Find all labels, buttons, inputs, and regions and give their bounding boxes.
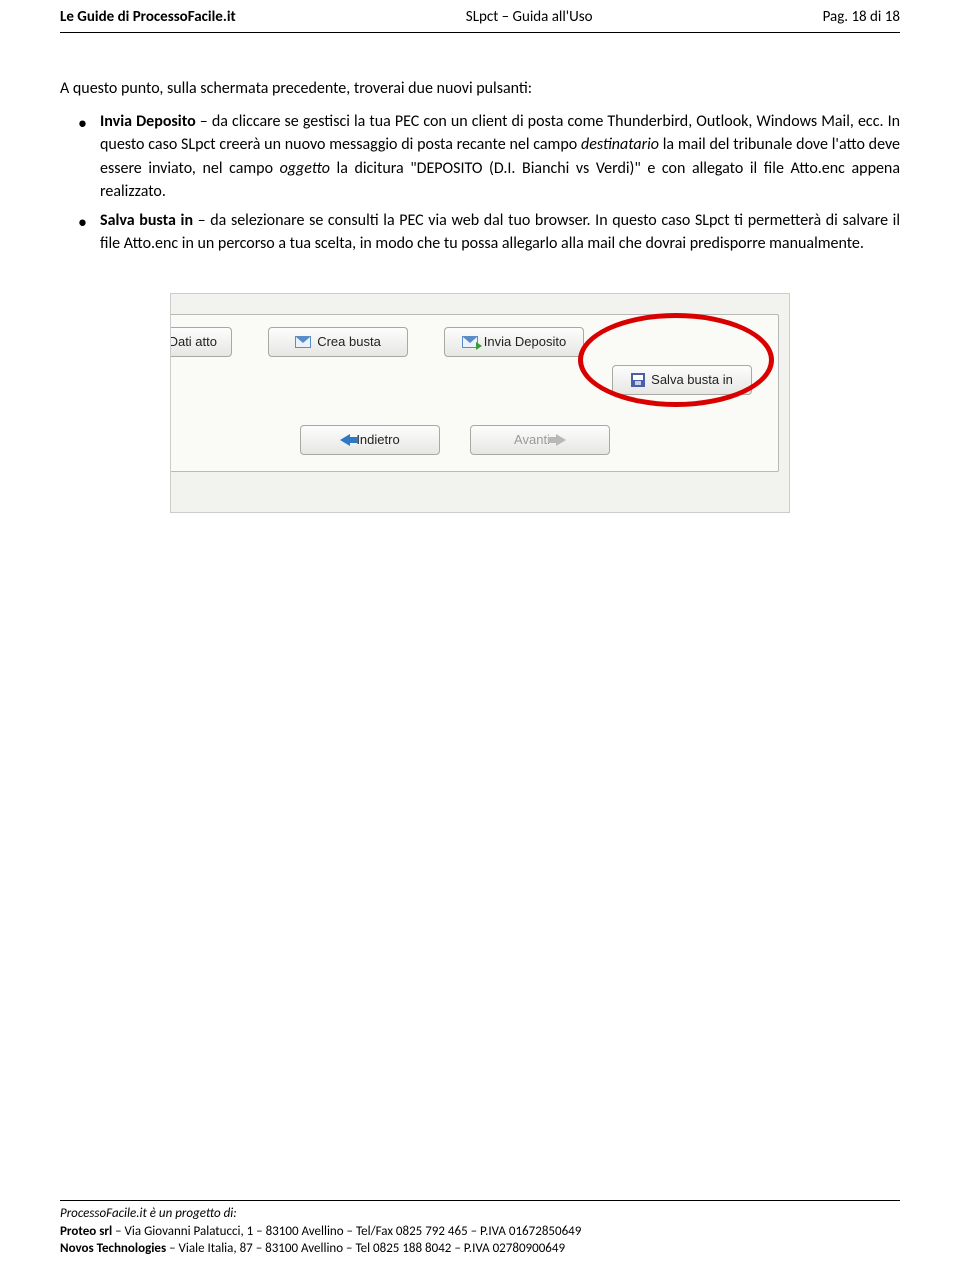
button-row-mid: Salva busta in — [612, 365, 752, 395]
bullet1-lead: Invia Deposito — [100, 112, 196, 131]
bullet-list: Invia Deposito – da cliccare se gestisci… — [60, 110, 900, 255]
arrow-left-icon — [340, 434, 350, 446]
footer-company-2: Novos Technologies — [60, 1241, 166, 1256]
button-row-nav: Indietro Avanti — [170, 425, 778, 455]
header-left: Le Guide di ProcessoFacile.it — [60, 8, 236, 26]
main-content: A questo punto, sulla schermata preceden… — [0, 33, 960, 513]
avanti-label: Avanti — [514, 431, 550, 450]
bullet2-sep: – — [193, 211, 210, 230]
bullet1-sep: – — [196, 112, 212, 131]
envelope-send-icon — [462, 336, 478, 348]
salva-busta-label: Salva busta in — [651, 371, 733, 390]
header-center: SLpct – Guida all'Uso — [466, 8, 593, 26]
crea-busta-button[interactable]: Crea busta — [268, 327, 408, 357]
indietro-button[interactable]: Indietro — [300, 425, 440, 455]
footer-line1: Proteo srl – Via Giovanni Palatucci, 1 –… — [60, 1223, 900, 1241]
header-right: Pag. 18 di 18 — [823, 8, 900, 26]
avanti-button[interactable]: Avanti — [470, 425, 610, 455]
page-header: Le Guide di ProcessoFacile.it SLpct – Gu… — [0, 0, 960, 30]
salva-busta-button[interactable]: Salva busta in — [612, 365, 752, 395]
bullet2-lead: Salva busta in — [100, 211, 193, 230]
footer-company-1: Proteo srl — [60, 1224, 112, 1239]
floppy-disk-icon — [631, 373, 645, 387]
footer-rest-2: – Viale Italia, 87 – 83100 Avellino – Te… — [166, 1241, 565, 1256]
envelope-icon — [295, 336, 311, 348]
app-screenshot: Dati atto Crea busta Invia Deposito Salv… — [170, 293, 790, 513]
bullet1-italic2: oggetto — [280, 159, 330, 178]
bullet-salva-busta: Salva busta in – da selezionare se consu… — [100, 209, 900, 255]
crea-busta-label: Crea busta — [317, 333, 381, 352]
footer-rest-1: – Via Giovanni Palatucci, 1 – 83100 Avel… — [112, 1224, 581, 1239]
page-footer: ProcessoFacile.it è un progetto di: Prot… — [60, 1200, 900, 1258]
bullet-invia-deposito: Invia Deposito – da cliccare se gestisci… — [100, 110, 900, 203]
footer-line2: Novos Technologies – Viale Italia, 87 – … — [60, 1240, 900, 1258]
app-panel: Dati atto Crea busta Invia Deposito Salv… — [170, 314, 779, 472]
arrow-right-icon — [556, 434, 566, 446]
bullet2-text: da selezionare se consulti la PEC via we… — [100, 211, 900, 253]
bullet1-italic1: destinatario — [581, 135, 659, 154]
footer-rule — [60, 1200, 900, 1201]
invia-deposito-label: Invia Deposito — [484, 333, 566, 352]
dati-atto-button[interactable]: Dati atto — [170, 327, 232, 357]
intro-text: A questo punto, sulla schermata preceden… — [60, 77, 900, 100]
invia-deposito-button[interactable]: Invia Deposito — [444, 327, 584, 357]
indietro-label: Indietro — [356, 431, 399, 450]
button-row-top: Dati atto Crea busta Invia Deposito — [170, 327, 778, 357]
dati-atto-label: Dati atto — [170, 333, 217, 352]
footer-lead: ProcessoFacile.it è un progetto di: — [60, 1205, 900, 1223]
